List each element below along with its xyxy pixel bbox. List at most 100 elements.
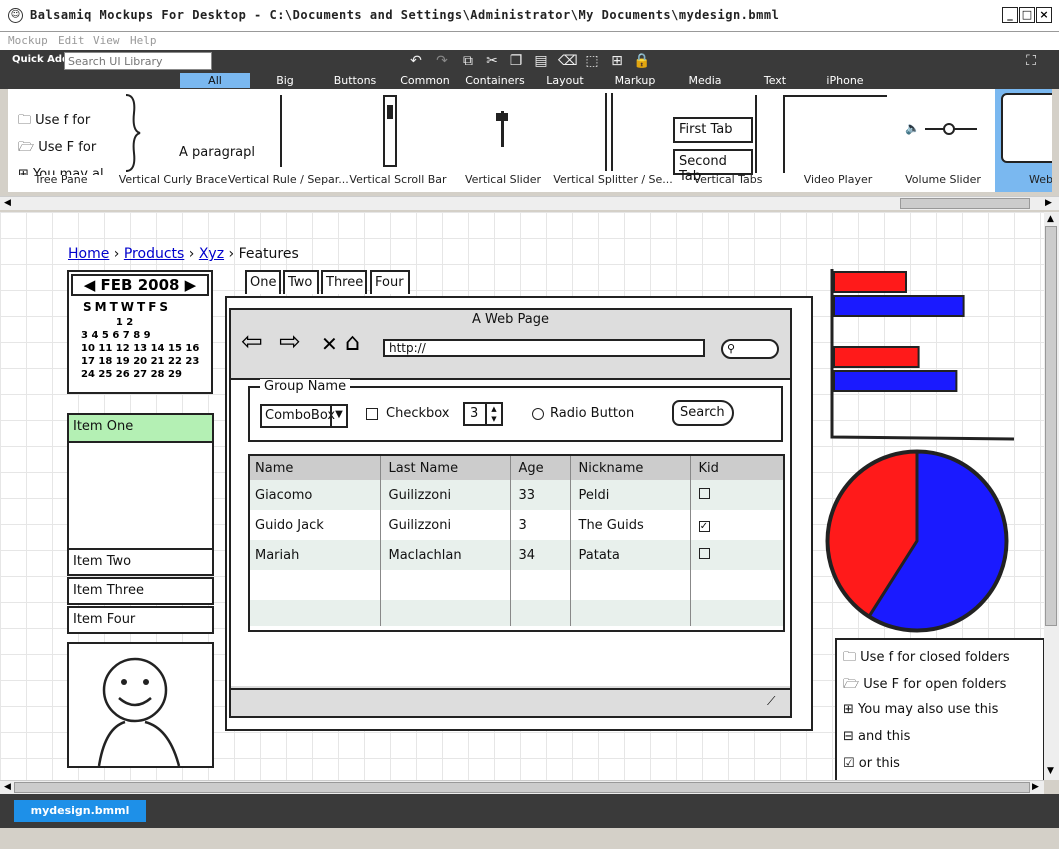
scroll-right-icon[interactable]: ▶: [1045, 198, 1052, 208]
cut-icon[interactable]: ✂: [483, 51, 501, 71]
list-item[interactable]: Item Four: [67, 606, 214, 634]
lib-volume-slider[interactable]: 🔈 Volume Slider: [893, 89, 993, 192]
collapse-minus-icon[interactable]: ⊟: [843, 729, 854, 744]
tree-item[interactable]: ⊞ You may also use this: [843, 702, 998, 717]
kid-checkbox[interactable]: ✓: [690, 510, 783, 540]
url-field[interactable]: http://: [383, 339, 705, 357]
category-media[interactable]: Media: [670, 73, 740, 88]
canvas-hscroll-thumb[interactable]: [14, 782, 1030, 793]
list-item[interactable]: Item One: [69, 415, 212, 443]
canvas-vscroll-thumb[interactable]: [1045, 226, 1057, 626]
calendar-prev-icon[interactable]: ◀: [84, 276, 101, 294]
category-common[interactable]: Common: [390, 73, 460, 88]
lib-vertical-rule[interactable]: A paragrapl Vertical Rule / Separ...: [179, 89, 349, 192]
tab-four[interactable]: Four: [370, 270, 410, 294]
lib-tree-pane[interactable]: 🗀 Use f for 🗁 Use F for ⊞ You may al Tre…: [8, 89, 114, 192]
resize-grip-icon[interactable]: ⟋: [767, 694, 775, 709]
scroll-right-icon[interactable]: ▶: [1032, 782, 1039, 792]
table-row[interactable]: [250, 600, 783, 626]
duplicate-icon[interactable]: ⧉: [459, 51, 477, 71]
list-item[interactable]: Item Three: [67, 577, 214, 605]
menu-mockup[interactable]: Mockup: [8, 34, 48, 47]
canvas-horizontal-scrollbar[interactable]: ◀ ▶: [0, 780, 1044, 794]
group-icon[interactable]: ⬚: [583, 51, 601, 71]
kid-checkbox[interactable]: [690, 540, 783, 570]
stepper-arrows-icon[interactable]: ▲ ▼: [485, 404, 501, 424]
category-big[interactable]: Big: [250, 73, 320, 88]
column-header[interactable]: Age: [510, 456, 571, 480]
checkbox[interactable]: [366, 408, 378, 420]
category-containers[interactable]: Containers: [460, 73, 530, 88]
checked-box-icon[interactable]: ☑: [843, 756, 855, 771]
column-header[interactable]: Nickname: [570, 456, 691, 480]
expand-plus-icon[interactable]: ⊞: [843, 702, 854, 717]
lib-vertical-curly-brace[interactable]: Vertical Curly Brace: [118, 89, 228, 192]
combobox[interactable]: ComboBox ▼: [260, 404, 348, 428]
mockup-canvas[interactable]: Home › Products › Xyz › Features ◀ FEB 2…: [0, 212, 1044, 780]
category-layout[interactable]: Layout: [530, 73, 600, 88]
table-row[interactable]: Mariah Maclachlan 34 Patata: [250, 540, 783, 570]
redo-icon[interactable]: ↷: [433, 51, 451, 71]
menu-view[interactable]: View: [93, 34, 120, 47]
library-scroll-thumb[interactable]: [900, 198, 1030, 209]
back-icon[interactable]: ⇦: [241, 328, 263, 356]
document-tab[interactable]: mydesign.bmml: [14, 800, 146, 822]
column-header[interactable]: Last Name: [380, 456, 511, 480]
fullscreen-icon[interactable]: ⛶: [1022, 51, 1040, 71]
lib-vertical-slider[interactable]: Vertical Slider: [453, 89, 553, 192]
column-header[interactable]: Kid: [690, 456, 783, 480]
library-scrollbar[interactable]: ◀ ▶: [0, 196, 1059, 210]
calendar[interactable]: ◀ FEB 2008 ▶ SMTWTFS 1 2 3 4 5 6 7 8 9 10 …: [67, 270, 213, 394]
table-row[interactable]: [250, 570, 783, 600]
calendar-next-icon[interactable]: ▶: [179, 276, 197, 294]
lib-vertical-splitter[interactable]: Vertical Splitter / Se...: [553, 89, 673, 192]
menu-edit[interactable]: Edit: [58, 34, 85, 47]
undo-icon[interactable]: ↶: [407, 51, 425, 71]
menu-help[interactable]: Help: [130, 34, 157, 47]
forward-icon[interactable]: ⇨: [279, 328, 301, 356]
tab-two[interactable]: Two: [283, 270, 319, 294]
category-text[interactable]: Text: [740, 73, 810, 88]
category-markup[interactable]: Markup: [600, 73, 670, 88]
home-icon[interactable]: ⌂: [345, 328, 360, 356]
column-header[interactable]: Name: [250, 456, 381, 480]
maximize-button[interactable]: □: [1019, 7, 1035, 23]
tree-item[interactable]: 🗁 Use F for open folders: [843, 675, 1006, 697]
breadcrumb-home[interactable]: Home: [68, 246, 109, 262]
copy-icon[interactable]: ❐: [507, 51, 525, 71]
scroll-up-icon[interactable]: ▲: [1047, 214, 1054, 224]
tree-item[interactable]: ☑ or this: [843, 756, 900, 771]
tab-one[interactable]: One: [245, 270, 281, 294]
paste-icon[interactable]: ▤: [532, 51, 550, 71]
scroll-left-icon[interactable]: ◀: [4, 782, 11, 792]
scroll-down-icon[interactable]: ▼: [1047, 766, 1054, 776]
kid-checkbox[interactable]: [690, 480, 783, 510]
breadcrumb-products[interactable]: Products: [124, 246, 184, 262]
breadcrumb-xyz[interactable]: Xyz: [199, 246, 224, 262]
tree-item[interactable]: 🗀 Use f for closed folders: [843, 648, 1010, 670]
category-all[interactable]: All: [180, 73, 250, 88]
close-button[interactable]: ×: [1036, 7, 1052, 23]
tab-three[interactable]: Three: [321, 270, 367, 294]
lock-icon[interactable]: 🔒: [633, 51, 651, 71]
chevron-down-icon[interactable]: ▼: [330, 406, 346, 426]
lib-vertical-tabs[interactable]: First Tab Second Tab Vertical Tabs: [673, 89, 783, 192]
quick-add-input[interactable]: [64, 52, 212, 70]
lib-web[interactable]: Web: [995, 89, 1052, 192]
canvas-vertical-scrollbar[interactable]: ▲ ▼: [1044, 212, 1059, 780]
minimize-button[interactable]: _: [1002, 7, 1018, 23]
tree-item[interactable]: ⊟ and this: [843, 729, 910, 744]
stop-icon[interactable]: ✕: [321, 332, 338, 356]
list-item[interactable]: Item Two: [67, 548, 214, 576]
quantity-stepper[interactable]: 3 ▲ ▼: [463, 402, 503, 426]
search-button[interactable]: Search: [672, 400, 734, 426]
lib-video-player[interactable]: Video Player: [783, 89, 893, 192]
lib-vertical-scroll-bar[interactable]: Vertical Scroll Bar: [343, 89, 453, 192]
table-row[interactable]: Guido Jack Guilizzoni 3 The Guids ✓: [250, 510, 783, 540]
ungroup-icon[interactable]: ⊞: [608, 51, 626, 71]
eraser-icon[interactable]: ⌫: [558, 51, 578, 71]
search-icon[interactable]: ⚲: [721, 339, 779, 359]
category-buttons[interactable]: Buttons: [320, 73, 390, 88]
table-row[interactable]: Giacomo Guilizzoni 33 Peldi: [250, 480, 783, 510]
category-iphone[interactable]: iPhone: [810, 73, 880, 88]
